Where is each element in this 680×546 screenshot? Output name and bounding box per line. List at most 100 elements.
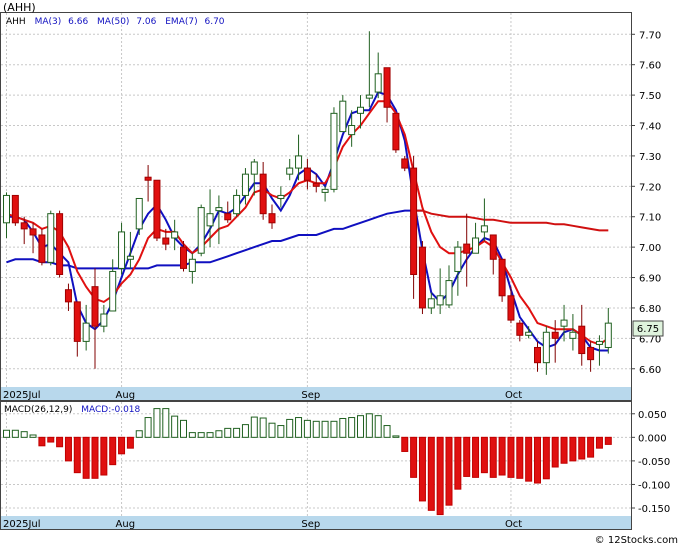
macd-bar-negative (551, 436, 559, 468)
macd-bar-negative (472, 436, 480, 478)
macd-bar-positive (259, 417, 267, 438)
macd-bar-positive (357, 415, 364, 438)
candle-up (595, 340, 603, 345)
macd-bar-negative (410, 436, 418, 478)
macd-bar-negative (604, 436, 612, 445)
macd-bar-positive (303, 419, 311, 438)
watermark: © 12Stocks.com (595, 535, 678, 546)
candle-down (578, 325, 586, 355)
price-tick-label: 7.10 (639, 213, 661, 224)
candle-down (392, 112, 400, 151)
price-tick-label: 6.60 (639, 365, 661, 376)
price-date-label: Aug (116, 390, 136, 401)
price-date-label: Sep (301, 390, 320, 401)
macd-bar-negative (109, 436, 117, 466)
price-and-macd-chart: 2025Jul Aug Sep Oct 2025Jul Aug Sep Oct 7.70 7.… (0, 1, 678, 546)
macd-bar-negative (463, 436, 471, 477)
macd-tick-label: -0.100 (638, 480, 670, 491)
macd-bar-negative (445, 436, 453, 506)
macd-bar-positive (135, 430, 143, 438)
macd-bar-positive (383, 425, 391, 438)
macd-bar-positive (215, 430, 223, 438)
macd-bar-positive (286, 418, 294, 438)
price-tick-label: 7.60 (639, 61, 661, 72)
candle-down (29, 228, 37, 236)
candle-up (569, 331, 577, 339)
price-legend: AHH MA(3) 6.66 MA(50) 7.06 EMA(7) 6.70 (6, 17, 225, 27)
candle-up (472, 237, 480, 254)
candle-up (277, 194, 285, 199)
candle-up (357, 106, 364, 114)
candle-down (38, 234, 46, 263)
macd-bar-positive (162, 408, 170, 438)
macd-bar-positive (206, 432, 214, 438)
candle-up (542, 331, 550, 364)
macd-bar-negative (507, 436, 515, 478)
candle-up (436, 295, 444, 306)
macd-bar-positive (171, 415, 179, 438)
macd-bar-negative (38, 436, 46, 447)
price-date-label: 2025Jul (3, 390, 41, 401)
macd-bar-negative (516, 436, 524, 479)
candle-down (418, 246, 426, 309)
macd-bar-negative (480, 436, 488, 474)
legend-ma50-label: MA(50) (97, 17, 129, 27)
candle-down (312, 182, 320, 187)
macd-bar-positive (277, 425, 285, 438)
macd-date-label: 2025Jul (3, 519, 41, 530)
macd-tick-label: -0.050 (638, 457, 670, 468)
candle-down (259, 173, 267, 215)
macd-bar-positive (233, 427, 241, 438)
macd-bar-negative (569, 436, 577, 462)
macd-bar-negative (578, 436, 586, 460)
macd-bar-negative (454, 436, 462, 490)
macd-bar-positive (241, 424, 249, 438)
price-tick-label: 7.40 (639, 122, 661, 133)
macd-bar-negative (56, 436, 64, 448)
candle-down (153, 179, 161, 239)
macd-bar-negative (100, 436, 108, 476)
macd-bar-negative (401, 436, 409, 452)
macd-bar-negative (525, 436, 533, 482)
price-date-label: Oct (505, 390, 522, 401)
macd-tick-label: 0.050 (638, 410, 667, 421)
candle-up (295, 155, 303, 169)
price-tick-label: 7.50 (639, 91, 661, 102)
macd-bar-positive (224, 427, 232, 438)
candle-up (3, 194, 10, 224)
candle-up (330, 112, 338, 190)
candle-up (560, 319, 568, 327)
legend-ema7-label: EMA(7) (165, 17, 197, 27)
chart-title: (AHH) (3, 1, 36, 14)
candle-up (250, 161, 258, 175)
macd-date-label: Sep (301, 519, 320, 530)
macd-bar-negative (47, 436, 55, 443)
candle-up (82, 322, 90, 342)
macd-bar-negative (489, 436, 497, 478)
candle-down (516, 322, 524, 336)
candle-up (135, 197, 143, 230)
macd-bar-positive (295, 417, 303, 438)
macd-bar-positive (197, 432, 205, 438)
price-tick-label: 6.80 (639, 304, 661, 315)
candle-down (303, 167, 311, 181)
price-tick-label: 7.00 (639, 243, 661, 254)
candle-down (463, 243, 471, 254)
candle-down (489, 234, 497, 260)
candle-up (206, 213, 214, 227)
macd-bar-negative (73, 436, 81, 474)
macd-bar-positive (330, 420, 338, 438)
candle-up (188, 258, 196, 272)
macd-bar-positive (321, 420, 329, 438)
candle-up (525, 331, 533, 336)
candle-down (144, 176, 152, 181)
candle-down (20, 222, 28, 230)
candle-up (233, 194, 241, 215)
candle-up (445, 280, 453, 306)
candle-up (171, 231, 179, 239)
candle-up (197, 207, 205, 254)
candle-up (454, 246, 462, 272)
macd-bar-positive (3, 429, 10, 438)
candle-up (427, 298, 435, 309)
macd-bar-positive (392, 435, 400, 438)
